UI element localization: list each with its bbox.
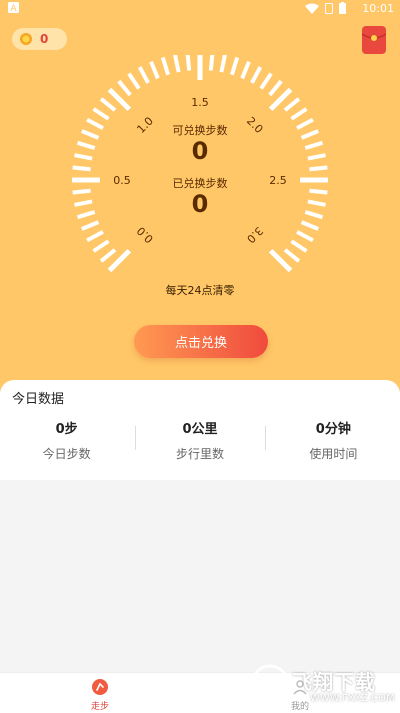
gauge-tick bbox=[259, 72, 273, 90]
gauge-tick bbox=[250, 66, 263, 84]
gauge-tick bbox=[149, 60, 160, 80]
gauge-tick bbox=[72, 165, 91, 172]
gauge-tick bbox=[117, 79, 132, 97]
alert-icon: A bbox=[8, 2, 19, 13]
gauge-tick bbox=[208, 55, 215, 71]
reset-note: 每天24点清零 bbox=[165, 284, 235, 297]
gauge-tick bbox=[290, 239, 308, 253]
stat-value: 0公里 bbox=[182, 422, 218, 437]
stat-steps: 0步 今日步数 bbox=[0, 418, 133, 466]
watermark-title: 飞翔下载 bbox=[292, 670, 376, 694]
gauge-tick bbox=[300, 220, 320, 231]
gauge-tick bbox=[99, 248, 117, 263]
svg-text:A: A bbox=[10, 4, 17, 13]
watermark-url: WWW.FXXZ.COM bbox=[310, 693, 395, 704]
stat-caption: 今日步数 bbox=[42, 447, 91, 461]
exchange-button[interactable]: 点击兑换 bbox=[134, 325, 268, 358]
gauge-tick bbox=[230, 56, 240, 76]
stat-caption: 步行里数 bbox=[175, 447, 224, 461]
today-stats: 0步 今日步数 0公里 步行里数 0分钟 使用时间 bbox=[0, 418, 400, 466]
coin-balance[interactable]: 0 bbox=[12, 28, 67, 50]
gauge-tick-label: 0.0 bbox=[134, 224, 156, 246]
watermark-logo-icon bbox=[250, 664, 290, 704]
gauge-tick-label: 1.5 bbox=[191, 96, 209, 109]
exchanged-steps-label: 已兑换步数 bbox=[172, 177, 228, 190]
status-time: 10:01 bbox=[362, 2, 394, 15]
stat-value: 0步 bbox=[55, 422, 78, 437]
exchangeable-steps-value: 0 bbox=[191, 137, 209, 165]
red-packet-icon[interactable] bbox=[362, 26, 386, 54]
battery-icon bbox=[339, 2, 346, 14]
stat-usage-time: 0分钟 使用时间 bbox=[267, 418, 400, 466]
watermark: 飞翔下载 WWW.FXXZ.COM bbox=[250, 660, 395, 710]
wifi-icon bbox=[305, 3, 319, 14]
gauge-tick bbox=[86, 230, 104, 243]
gauge-tick bbox=[92, 239, 110, 253]
stat-distance: 0公里 步行里数 bbox=[133, 418, 266, 466]
gauge-tick bbox=[268, 79, 283, 97]
sim-icon bbox=[325, 2, 333, 14]
gauge-tick bbox=[127, 72, 141, 90]
stat-value: 0分钟 bbox=[315, 422, 351, 437]
gauge-tick bbox=[296, 230, 314, 243]
gauge-tick bbox=[80, 220, 100, 231]
status-icons bbox=[305, 2, 346, 14]
gauge-tick bbox=[137, 66, 150, 84]
tab-walk[interactable]: 走步 bbox=[0, 673, 200, 713]
walk-icon bbox=[92, 679, 108, 695]
stat-divider bbox=[135, 426, 136, 450]
gauge-tick bbox=[283, 248, 301, 263]
gauge-tick-label: 3.0 bbox=[244, 224, 266, 246]
exchangeable-steps-label: 可兑换步数 bbox=[172, 124, 228, 137]
gauge-tick bbox=[240, 60, 251, 80]
stat-caption: 使用时间 bbox=[309, 447, 358, 461]
exchanged-steps-value: 0 bbox=[191, 190, 209, 218]
gauge-tick bbox=[290, 107, 308, 121]
gauge-tick bbox=[219, 55, 227, 73]
gauge-tick bbox=[92, 107, 110, 121]
stat-divider bbox=[265, 426, 266, 450]
gauge-tick bbox=[309, 165, 328, 172]
gauge-tick bbox=[283, 97, 301, 112]
gauge-tick bbox=[185, 55, 192, 71]
tab-label: 走步 bbox=[90, 702, 109, 712]
gauge-tick bbox=[173, 55, 181, 73]
gauge-tick bbox=[160, 56, 170, 76]
today-data-title: 今日数据 bbox=[12, 392, 65, 407]
coin-value: 0 bbox=[40, 32, 49, 46]
coin-icon bbox=[20, 33, 32, 45]
gauge-tick bbox=[99, 97, 117, 112]
today-data-card: 今日数据 0步 今日步数 0公里 步行里数 0分钟 使用时间 bbox=[0, 380, 400, 480]
status-bar: A 10:01 bbox=[0, 0, 400, 18]
